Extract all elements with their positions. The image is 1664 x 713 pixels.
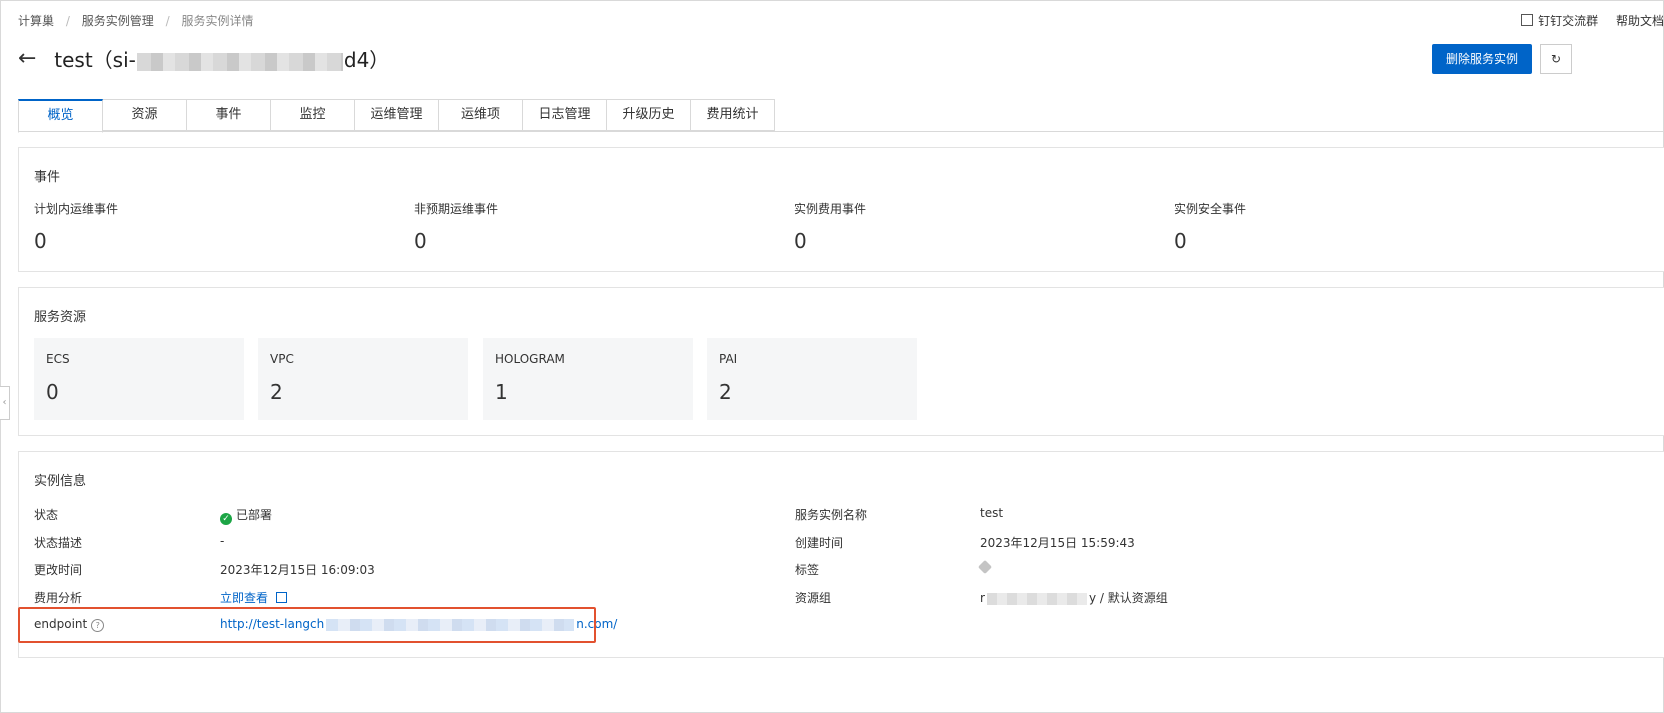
tab-log-management[interactable]: 日志管理 [523, 99, 607, 131]
event-planned: 计划内运维事件 0 [34, 200, 414, 253]
page-title: test（si-d4） [54, 44, 389, 73]
resource-label: HOLOGRAM [495, 352, 565, 366]
event-value: 0 [34, 229, 47, 253]
delete-instance-button[interactable]: 删除服务实例 [1432, 44, 1532, 74]
breadcrumb-separator: / [165, 14, 170, 28]
resource-label: VPC [270, 352, 294, 366]
tab-events[interactable]: 事件 [187, 99, 271, 131]
event-value: 0 [1174, 229, 1187, 253]
status-desc-value: - [220, 534, 225, 548]
breadcrumb-item-compute-nest[interactable]: 计算巢 [18, 14, 54, 28]
breadcrumb-separator: / [65, 14, 70, 28]
info-row-modified: 更改时间 2023年12月15日 16:09:03 标签 [34, 559, 1654, 581]
collapse-sidebar-handle[interactable]: ‹ [0, 386, 10, 420]
resource-tile-pai[interactable]: PAI 2 [707, 338, 917, 420]
event-label: 实例费用事件 [794, 202, 867, 216]
breadcrumb-item-current: 服务实例详情 [181, 14, 254, 28]
resources-card: 服务资源 ECS 0 VPC 2 HOLOGRAM 1 PAI 2 [18, 287, 1664, 436]
tab-monitoring[interactable]: 监控 [271, 99, 355, 131]
tab-ops-management[interactable]: 运维管理 [355, 99, 439, 131]
tag-icon[interactable] [977, 559, 993, 575]
tab-resources[interactable]: 资源 [103, 99, 187, 131]
resource-count: 2 [270, 380, 283, 404]
resource-label: PAI [719, 352, 738, 366]
external-link-icon[interactable] [276, 592, 288, 603]
tab-overview[interactable]: 概览 [18, 99, 103, 133]
resource-tile-hologram[interactable]: HOLOGRAM 1 [483, 338, 693, 420]
resources-title: 服务资源 [34, 310, 87, 325]
resource-count: 2 [719, 380, 732, 404]
resource-count: 1 [495, 380, 508, 404]
info-row-cost: 费用分析 立即查看 资源组 r y / 默认资源组 [34, 589, 1654, 609]
tags-key: 标签 [795, 563, 820, 577]
event-unexpected: 非预期运维事件 0 [414, 200, 794, 253]
resource-group-key: 资源组 [795, 591, 832, 605]
title-prefix: test（si- [54, 48, 136, 72]
events-card: 事件 计划内运维事件 0 非预期运维事件 0 实例费用事件 0 实例安全事件 0 [18, 147, 1664, 272]
resource-group-suffix: y / 默认资源组 [1088, 591, 1168, 605]
resource-count: 0 [46, 380, 59, 404]
tab-upgrade-history[interactable]: 升级历史 [607, 99, 691, 131]
instance-info-title: 实例信息 [34, 474, 87, 489]
top-right-links: 钉钉交流群 帮助文档 [1507, 12, 1664, 29]
breadcrumb: 计算巢 / 服务实例管理 / 服务实例详情 [18, 12, 253, 29]
back-arrow-icon[interactable]: ← [18, 46, 36, 71]
events-title: 事件 [34, 170, 61, 185]
tags-value [977, 559, 993, 575]
info-row-status: 状态 ✓ 已部署 服务实例名称 test [34, 506, 1654, 526]
event-value: 0 [794, 229, 807, 253]
redacted-resource-group [986, 592, 1087, 605]
instance-name-key: 服务实例名称 [795, 508, 868, 522]
resource-label: ECS [46, 352, 70, 366]
event-label: 计划内运维事件 [34, 202, 119, 216]
tab-cost-statistics[interactable]: 费用统计 [691, 99, 775, 131]
status-value: ✓ 已部署 [220, 506, 272, 525]
instance-name-value: test [980, 506, 1004, 520]
check-circle-icon: ✓ [220, 513, 232, 525]
view-now-link[interactable]: 立即查看 [220, 591, 268, 605]
modified-time-value: 2023年12月15日 16:09:03 [220, 563, 375, 577]
dingtalk-icon [1521, 14, 1534, 26]
resource-tile-ecs[interactable]: ECS 0 [34, 338, 244, 420]
page-header: ← test（si-d4） [18, 44, 389, 76]
created-time-key: 创建时间 [795, 536, 844, 550]
breadcrumb-item-instance-management[interactable]: 服务实例管理 [82, 14, 154, 28]
created-time-value: 2023年12月15日 15:59:43 [980, 536, 1135, 550]
status-desc-key: 状态描述 [34, 536, 83, 550]
refresh-icon[interactable]: ↻ [1540, 44, 1572, 74]
event-cost: 实例费用事件 0 [794, 200, 1174, 253]
resource-tile-vpc[interactable]: VPC 2 [258, 338, 468, 420]
title-suffix: d4） [343, 48, 390, 72]
cost-analysis-key: 费用分析 [34, 591, 83, 605]
resource-group-prefix: r [980, 591, 985, 605]
redacted-instance-id [136, 52, 343, 71]
event-value: 0 [414, 229, 427, 253]
status-text: 已部署 [236, 508, 273, 522]
event-label: 实例安全事件 [1174, 202, 1247, 216]
event-label: 非预期运维事件 [414, 202, 499, 216]
endpoint-highlight-box [18, 607, 596, 643]
cost-analysis-link[interactable]: 立即查看 [220, 589, 288, 606]
help-docs-link[interactable]: 帮助文档 [1616, 14, 1664, 28]
tab-ops-items[interactable]: 运维项 [439, 99, 523, 131]
modified-time-key: 更改时间 [34, 563, 83, 577]
resource-group-value: r y / 默认资源组 [980, 589, 1168, 606]
status-key: 状态 [34, 508, 59, 522]
info-row-desc: 状态描述 - 创建时间 2023年12月15日 15:59:43 [34, 534, 1654, 554]
tab-bar: 概览 资源 事件 监控 运维管理 运维项 日志管理 升级历史 费用统计 [18, 99, 775, 133]
dingtalk-link[interactable]: 钉钉交流群 [1521, 14, 1598, 28]
tab-divider [18, 131, 1664, 132]
event-security: 实例安全事件 0 [1174, 200, 1554, 253]
